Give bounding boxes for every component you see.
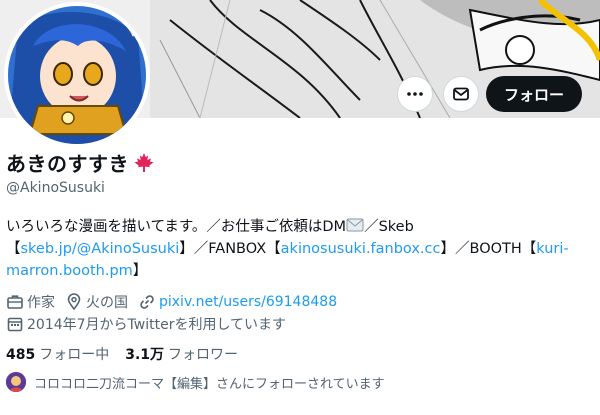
follow-stats: 485 フォロー中 3.1万 フォロワー (6, 344, 238, 364)
booth-link-continued[interactable]: marron.booth.pm (6, 263, 133, 279)
booth-link[interactable]: kuri- (536, 241, 568, 257)
skeb-link[interactable]: skeb.jp/@AkinoSusuki (21, 241, 180, 257)
message-button[interactable] (443, 76, 479, 112)
followed-by-row[interactable]: コロコロ二刀流コーマ【編集】さんにフォローされています (6, 372, 385, 392)
profession-item: 作家 (6, 292, 55, 312)
website-link[interactable]: pixiv.net/users/69148488 (159, 294, 337, 310)
profile-bio: いろいろな漫画を描いてます。／お仕事ご依頼はDM ／Skeb 【skeb.jp/@… (6, 216, 596, 282)
following-stat[interactable]: 485 フォロー中 (6, 344, 109, 364)
follow-button[interactable]: フォロー (486, 76, 582, 112)
bio-line-3: marron.booth.pm】 (6, 263, 148, 279)
display-name: あきのすすき (6, 152, 129, 176)
website-item[interactable]: pixiv.net/users/69148488 (138, 293, 337, 311)
mail-icon (453, 87, 469, 101)
more-button[interactable] (397, 76, 433, 112)
display-name-row: あきのすすき (6, 148, 155, 177)
link-icon (140, 295, 154, 309)
followers-stat[interactable]: 3.1万 フォロワー (125, 344, 238, 364)
bio-line-2: 【skeb.jp/@AkinoSusuki】／FANBOX【akinosusuk… (6, 241, 569, 257)
follower-avatar (6, 372, 26, 392)
location-item: 火の国 (65, 292, 128, 312)
follower-avatar-image (6, 372, 26, 392)
fanbox-link[interactable]: akinosusuki.fanbox.cc (281, 241, 441, 257)
avatar[interactable] (4, 2, 150, 148)
more-icon (407, 92, 423, 96)
envelope-emoji-icon (346, 218, 364, 232)
username-handle: @AkinoSusuki (6, 180, 105, 196)
location-pin-icon (67, 293, 81, 311)
profile-meta: 作家 火の国 pixiv.net/users/69148488 2014年7月か… (6, 292, 347, 336)
joined-item: 2014年7月からTwitterを利用しています (6, 314, 286, 334)
bio-line-1: いろいろな漫画を描いてます。／お仕事ご依頼はDM ／Skeb (6, 218, 414, 235)
calendar-icon (7, 317, 23, 332)
briefcase-icon (7, 295, 23, 309)
followed-by-text: コロコロ二刀流コーマ【編集】さんにフォローされています (34, 376, 385, 392)
maple-leaf-icon (134, 152, 154, 172)
avatar-illustration (8, 6, 146, 144)
